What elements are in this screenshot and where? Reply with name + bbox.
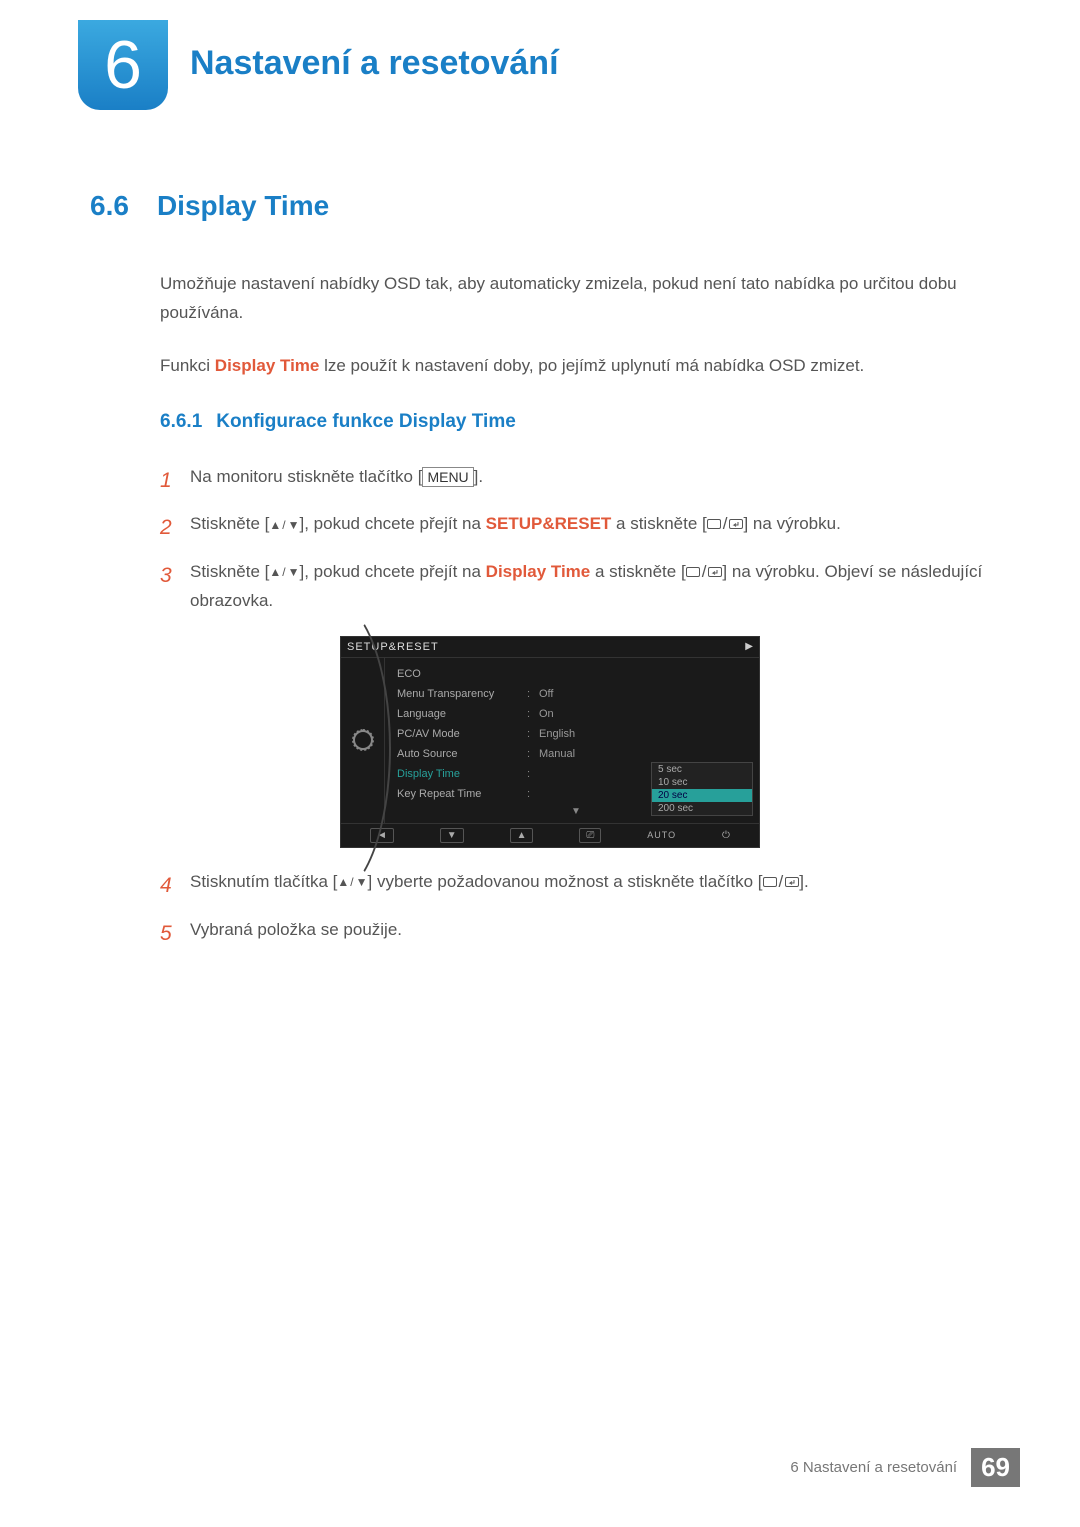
section-heading: 6.6 Display Time — [90, 190, 990, 222]
osd-footer: ◄ ▼ ▲ ⎚ AUTO ⏻ — [341, 823, 759, 847]
page-footer: 6 Nastavení a resetování 69 — [790, 1448, 1020, 1487]
osd-row-transparency: Menu Transparency:Off — [397, 684, 755, 704]
intro-paragraph-1: Umožňuje nastavení nabídky OSD tak, aby … — [160, 270, 990, 328]
step-number: 4 — [160, 868, 190, 904]
text: ] na výrobku. — [743, 514, 840, 533]
step-1: 1 Na monitoru stiskněte tlačítko [MENU]. — [160, 463, 990, 499]
step-text: Vybraná položka se použije. — [190, 916, 990, 945]
osd-row-eco: ECO — [397, 664, 755, 684]
source-button-icon: ⎚ — [579, 828, 601, 843]
osd-dropdown: 5 sec 10 sec 20 sec 200 sec — [651, 762, 753, 816]
step-3: 3 Stiskněte [/], pokud chcete přejít na … — [160, 558, 990, 616]
highlight-setup-reset: SETUP&RESET — [486, 514, 612, 533]
osd-option: 200 sec — [652, 802, 752, 815]
up-down-arrows-icon: / — [269, 562, 299, 582]
osd-row-language: Language:On — [397, 704, 755, 724]
osd-titlebar: SETUP&RESET ▶ — [341, 637, 759, 658]
subsection-number: 6.6.1 — [160, 411, 202, 432]
text: Na monitoru stiskněte tlačítko [ — [190, 467, 422, 486]
osd-row-pcav: PC/AV Mode:English — [397, 724, 755, 744]
right-arrow-icon: ▶ — [745, 641, 753, 652]
menu-button-label: MENU — [422, 467, 473, 487]
section-number: 6.6 — [90, 190, 129, 221]
text: ]. — [799, 872, 808, 891]
osd-option: 5 sec — [652, 763, 752, 776]
subsection-title: Konfigurace funkce Display Time — [216, 411, 516, 432]
osd-option-selected: 20 sec — [652, 789, 752, 802]
subsection-heading: 6.6.1 Konfigurace funkce Display Time — [160, 411, 990, 433]
osd-sidebar — [341, 658, 385, 823]
text: ] vyberte požadovanou možnost a stisknět… — [368, 872, 763, 891]
power-icon: ⏻ — [722, 830, 730, 841]
text: ], pokud chcete přejít na — [300, 514, 486, 533]
step-number: 3 — [160, 558, 190, 594]
step-text: Stiskněte [/], pokud chcete přejít na SE… — [190, 510, 990, 539]
text: lze použít k nastavení doby, po jejímž u… — [319, 356, 864, 375]
page-content: 6.6 Display Time Umožňuje nastavení nabíd… — [90, 190, 990, 963]
auto-label: AUTO — [647, 830, 676, 840]
step-4: 4 Stisknutím tlačítka [/] vyberte požado… — [160, 868, 990, 904]
up-button-icon: ▲ — [510, 828, 534, 843]
text: a stiskněte [ — [590, 562, 685, 581]
screen-enter-icon: / — [763, 868, 800, 897]
chapter-number: 6 — [104, 26, 142, 104]
step-number: 1 — [160, 463, 190, 499]
up-down-arrows-icon: / — [269, 515, 299, 535]
intro-paragraph-2: Funkci Display Time lze použít k nastave… — [160, 352, 990, 381]
arc-decoration — [271, 598, 391, 898]
osd-row-autosource: Auto Source:Manual — [397, 744, 755, 764]
text: ], pokud chcete přejít na — [300, 562, 486, 581]
down-button-icon: ▼ — [440, 828, 464, 843]
screen-enter-icon: / — [707, 510, 744, 539]
chapter-title: Nastavení a resetování — [190, 44, 559, 83]
osd-option: 10 sec — [652, 776, 752, 789]
step-number: 2 — [160, 510, 190, 546]
text: Funkci — [160, 356, 215, 375]
osd-preview: SETUP&RESET ▶ ECO Menu Transparency:Off … — [340, 636, 760, 848]
osd-menu: ECO Menu Transparency:Off Language:On PC… — [385, 658, 759, 823]
text: a stiskněte [ — [611, 514, 706, 533]
osd-title: SETUP&RESET — [347, 641, 745, 653]
osd-body: ECO Menu Transparency:Off Language:On PC… — [341, 658, 759, 823]
gear-icon — [353, 730, 373, 750]
section-title: Display Time — [157, 190, 329, 221]
highlight-display-time: Display Time — [215, 356, 320, 375]
highlight-display-time: Display Time — [486, 562, 591, 581]
step-2: 2 Stiskněte [/], pokud chcete přejít na … — [160, 510, 990, 546]
chapter-tab: 6 — [78, 20, 168, 110]
steps-list: 1 Na monitoru stiskněte tlačítko [MENU].… — [160, 463, 990, 952]
text: ]. — [474, 467, 483, 486]
text: Stiskněte [ — [190, 562, 269, 581]
step-number: 5 — [160, 916, 190, 952]
step-5: 5 Vybraná položka se použije. — [160, 916, 990, 952]
screen-enter-icon: / — [686, 558, 723, 587]
text: Stiskněte [ — [190, 514, 269, 533]
step-text: Na monitoru stiskněte tlačítko [MENU]. — [190, 463, 990, 492]
page-number: 69 — [971, 1448, 1020, 1487]
footer-text: 6 Nastavení a resetování — [790, 1459, 957, 1476]
